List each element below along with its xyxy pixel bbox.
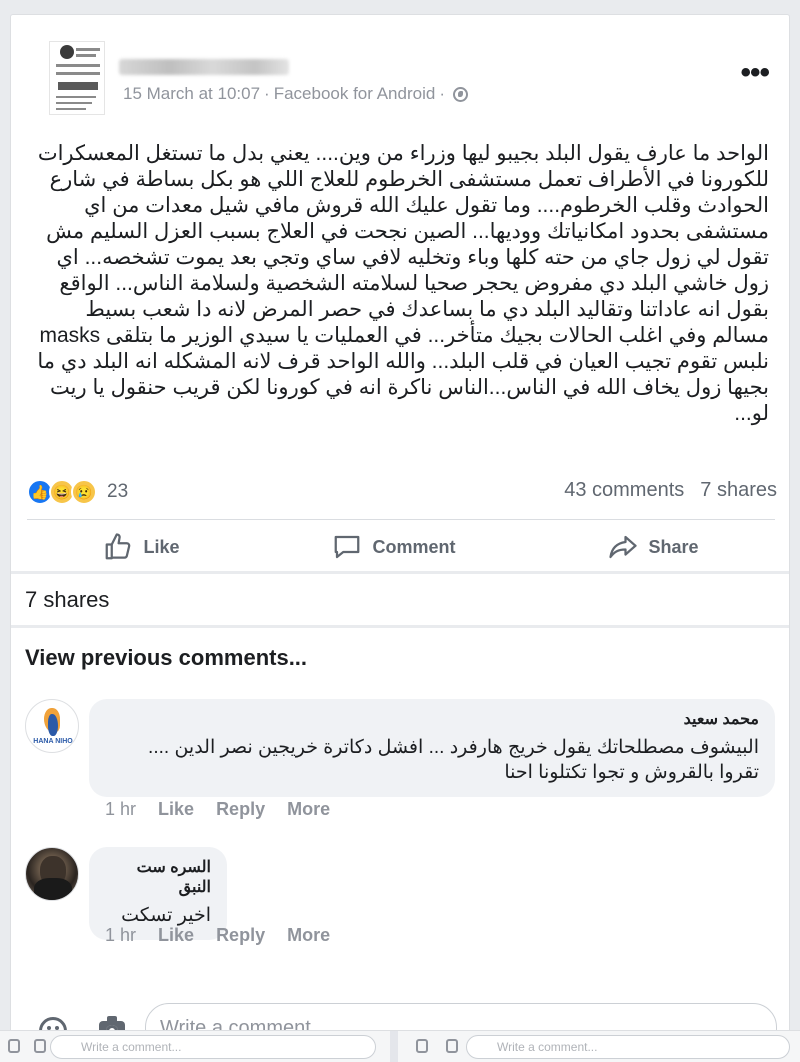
section-divider: [11, 625, 789, 628]
comment-like-button[interactable]: Like: [158, 799, 194, 820]
post-text: الواحد ما عارف يقول البلد بجيبو ليها وزر…: [37, 142, 769, 425]
post-meta: 15 March at 10:07 · Facebook for Android…: [123, 84, 468, 104]
bottom-strip: Write a comment... Write a comment...: [0, 1030, 800, 1062]
gif-icon[interactable]: [34, 1039, 46, 1053]
sticker-icon[interactable]: [8, 1039, 20, 1053]
emblem-icon: [60, 45, 74, 59]
more-options-button[interactable]: •••: [740, 58, 769, 88]
comment-input-preview[interactable]: Write a comment...: [466, 1035, 790, 1059]
page-avatar[interactable]: [49, 41, 105, 115]
comment-actions: 1 hr Like Reply More: [105, 799, 330, 820]
engagement-counts: 43 comments 7 shares: [564, 479, 777, 502]
comment-text: البيشوف مصطلحاتك يقول خريج هارفرد ... اف…: [148, 737, 759, 783]
share-label: Share: [648, 536, 699, 557]
share-icon: [609, 535, 638, 559]
comment-reply-button[interactable]: Reply: [216, 799, 265, 820]
comment-label: Comment: [372, 536, 456, 557]
globe-icon: [452, 86, 468, 102]
reaction-count[interactable]: 23: [107, 481, 128, 503]
sticker-icon[interactable]: [416, 1039, 428, 1053]
comments-count[interactable]: 43 comments: [564, 479, 684, 502]
comment-more-button[interactable]: More: [287, 799, 330, 820]
shares-count[interactable]: 7 shares: [700, 479, 777, 502]
commenter-name[interactable]: محمد سعيد: [105, 709, 759, 729]
reaction-icons[interactable]: 👍 😆 😢: [27, 479, 107, 505]
sad-icon: 😢: [71, 479, 97, 505]
comment-more-button[interactable]: More: [287, 925, 330, 946]
divider: [390, 1031, 398, 1062]
comment-actions: 1 hr Like Reply More: [105, 925, 330, 946]
action-bar: Like Comment Share: [27, 527, 775, 567]
commenter-avatar[interactable]: [25, 847, 79, 901]
divider: [27, 519, 775, 520]
reactions-row: 👍 😆 😢 23 43 comments 7 shares: [27, 477, 777, 507]
view-previous-comments[interactable]: View previous comments...: [25, 645, 307, 671]
post-source: Facebook for Android: [273, 84, 436, 103]
comment-button[interactable]: Comment: [332, 532, 456, 562]
section-divider: [11, 571, 789, 574]
like-button[interactable]: Like: [103, 532, 180, 562]
comment-bubble: محمد سعيد البيشوف مصطلحاتك يقول خريج هار…: [89, 699, 775, 797]
comment-time[interactable]: 1 hr: [105, 799, 136, 820]
post-timestamp[interactable]: 15 March at 10:07: [123, 84, 260, 104]
comment-like-button[interactable]: Like: [158, 925, 194, 946]
commenter-name[interactable]: السره ست النبق: [105, 857, 211, 897]
post-card: 15 March at 10:07 · Facebook for Android…: [10, 14, 790, 1044]
meta-separator: ·: [439, 84, 445, 103]
share-button[interactable]: Share: [608, 532, 699, 562]
meta-separator: ·: [264, 84, 270, 103]
comment-input-preview[interactable]: Write a comment...: [50, 1035, 376, 1059]
comment-reply-button[interactable]: Reply: [216, 925, 265, 946]
comment-icon: [335, 535, 360, 559]
commenter-avatar[interactable]: HANA NIHO: [25, 699, 79, 753]
like-label: Like: [143, 536, 180, 557]
gif-icon[interactable]: [446, 1039, 458, 1053]
post-header: 15 March at 10:07 · Facebook for Android…: [11, 15, 789, 125]
author-name-blurred[interactable]: [119, 59, 289, 75]
avatar-brand-text: HANA NIHO: [33, 738, 73, 745]
comment-time[interactable]: 1 hr: [105, 925, 136, 946]
thumbs-up-icon: [106, 533, 131, 560]
shares-summary[interactable]: 7 shares: [25, 587, 109, 613]
